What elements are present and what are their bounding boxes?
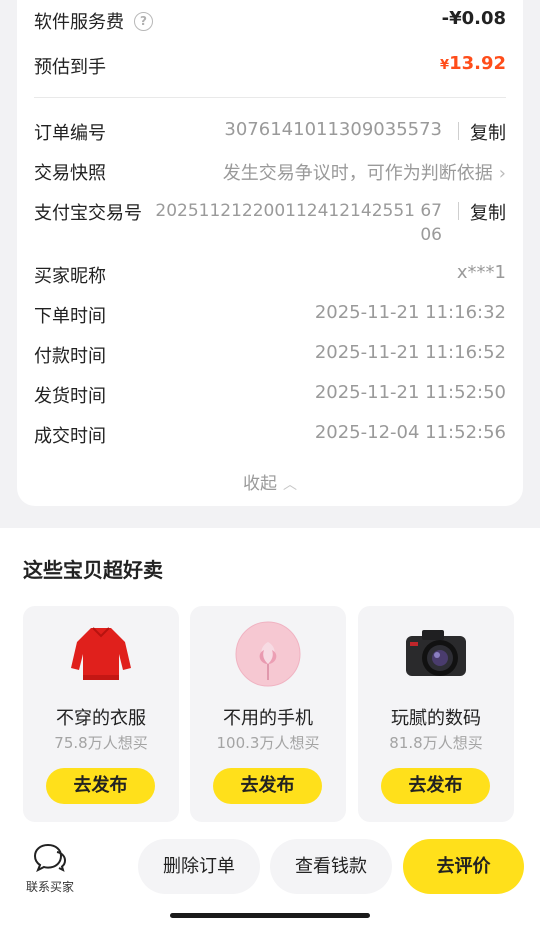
snapshot-value: 发生交易争议时，可作为判断依据 xyxy=(222,163,493,184)
collapse-button[interactable]: 收起 ︿ xyxy=(17,469,523,494)
alipay-trade-row: 支付宝交易号 202511212200112412142551 67 06 复制 xyxy=(34,199,506,247)
service-fee-value: -¥0.08 xyxy=(441,8,506,29)
ship-time-value: 2025-11-21 11:52:50 xyxy=(314,382,506,403)
recommend-title: 这些宝贝超好卖 xyxy=(23,558,163,582)
snapshot-row[interactable]: 交易快照 发生交易争议时，可作为判断依据 › xyxy=(34,159,506,185)
red-sweater-icon xyxy=(71,627,131,680)
ship-time-row: 发货时间 2025-11-21 11:52:50 xyxy=(34,382,506,408)
camera-icon xyxy=(406,630,466,676)
delete-order-button[interactable]: 删除订单 xyxy=(138,839,260,894)
copy-alipay-trade-button[interactable]: 复制 xyxy=(470,199,506,225)
alipay-trade-value: 202511212200112412142551 67 06 xyxy=(155,201,442,245)
chat-icon xyxy=(33,843,67,873)
recommend-item-name: 不用的手机 xyxy=(223,708,313,729)
payment-time-row: 付款时间 2025-11-21 11:16:52 xyxy=(34,342,506,368)
estimate-row: 预估到手 ¥13.92 xyxy=(34,53,506,79)
recommend-card[interactable]: 不穿的衣服 75.8万人想买 去发布 xyxy=(23,606,179,822)
recommend-card[interactable]: 不用的手机 100.3万人想买 去发布 xyxy=(190,606,346,822)
buyer-nickname-value: x***1 xyxy=(456,262,506,283)
order-time-row: 下单时间 2025-11-21 11:16:32 xyxy=(34,302,506,328)
order-info-card: 软件服务费 ? -¥0.08 预估到手 ¥13.92 订单编号 30761410… xyxy=(17,0,523,506)
publish-button[interactable]: 去发布 xyxy=(381,768,490,804)
recommend-item-name: 不穿的衣服 xyxy=(56,708,146,729)
view-money-button[interactable]: 查看钱款 xyxy=(270,839,392,894)
order-time-label: 下单时间 xyxy=(34,306,106,327)
buyer-nickname-row: 买家昵称 x***1 xyxy=(34,262,506,288)
separator xyxy=(458,122,459,140)
service-fee-label: 软件服务费 xyxy=(34,12,124,33)
recommend-item-name: 玩腻的数码 xyxy=(391,708,481,729)
service-fee-row: 软件服务费 ? -¥0.08 xyxy=(34,8,506,34)
order-number-row: 订单编号 3076141011309035573 复制 xyxy=(34,119,506,145)
order-time-value: 2025-11-21 11:16:32 xyxy=(314,302,506,323)
review-button[interactable]: 去评价 xyxy=(403,839,524,894)
recommend-card[interactable]: 玩腻的数码 81.8万人想买 去发布 xyxy=(358,606,514,822)
publish-button[interactable]: 去发布 xyxy=(213,768,322,804)
ship-time-label: 发货时间 xyxy=(34,386,106,407)
buyer-nickname-label: 买家昵称 xyxy=(34,266,106,287)
recommend-item-count: 75.8万人想买 xyxy=(54,734,148,752)
alipay-trade-label: 支付宝交易号 xyxy=(34,203,142,224)
deal-time-value: 2025-12-04 11:52:56 xyxy=(314,422,506,443)
separator xyxy=(458,202,459,220)
deal-time-row: 成交时间 2025-12-04 11:52:56 xyxy=(34,422,506,448)
estimate-label: 预估到手 xyxy=(34,57,106,78)
snapshot-label: 交易快照 xyxy=(34,163,106,184)
order-number-label: 订单编号 xyxy=(34,123,106,144)
chevron-right-icon: › xyxy=(498,163,506,184)
payment-time-label: 付款时间 xyxy=(34,346,106,367)
payment-time-value: 2025-11-21 11:16:52 xyxy=(314,342,506,363)
phone-flower-icon xyxy=(235,621,301,687)
recommend-item-count: 81.8万人想买 xyxy=(389,734,483,752)
bottom-action-bar: 联系买家 删除订单 查看钱款 去评价 xyxy=(0,822,540,927)
contact-buyer-button[interactable]: 联系买家 xyxy=(22,842,78,895)
deal-time-label: 成交时间 xyxy=(34,426,106,447)
order-number-value: 3076141011309035573 xyxy=(224,119,442,140)
recommend-item-count: 100.3万人想买 xyxy=(216,734,320,752)
copy-order-number-button[interactable]: 复制 xyxy=(470,119,506,145)
publish-button[interactable]: 去发布 xyxy=(46,768,155,804)
chevron-up-icon: ︿ xyxy=(283,477,297,493)
home-indicator xyxy=(170,913,370,918)
question-icon[interactable]: ? xyxy=(134,11,153,31)
divider xyxy=(34,97,506,98)
estimate-value: ¥13.92 xyxy=(440,53,506,74)
contact-buyer-label: 联系买家 xyxy=(25,880,74,894)
